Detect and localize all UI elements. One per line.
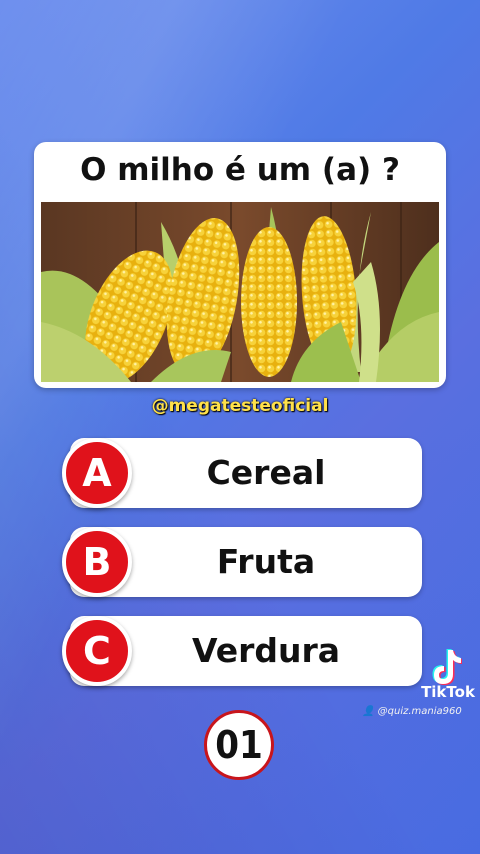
option-a-letter[interactable]: A <box>62 438 132 508</box>
tiktok-user: 👤 @quiz.mania960 <box>362 706 478 717</box>
question-text: O milho é um (a) ? <box>80 152 400 188</box>
handle-text: @megatesteoficial <box>151 396 329 416</box>
corn-image <box>41 202 439 382</box>
question-card: O milho é um (a) ? <box>34 142 446 388</box>
question-number: 01 <box>204 710 274 780</box>
tiktok-username: @quiz.mania960 <box>377 706 462 717</box>
tiktok-brand: TikTok <box>421 683 475 701</box>
option-a-label: Cereal <box>206 453 326 492</box>
option-b-letter[interactable]: B <box>62 527 132 597</box>
option-c-label: Verdura <box>191 631 341 670</box>
tiktok-note-icon <box>432 649 462 685</box>
user-icon: 👤 <box>362 706 375 717</box>
option-c-letter[interactable]: C <box>62 616 132 686</box>
option-b-label: Fruta <box>216 542 316 581</box>
